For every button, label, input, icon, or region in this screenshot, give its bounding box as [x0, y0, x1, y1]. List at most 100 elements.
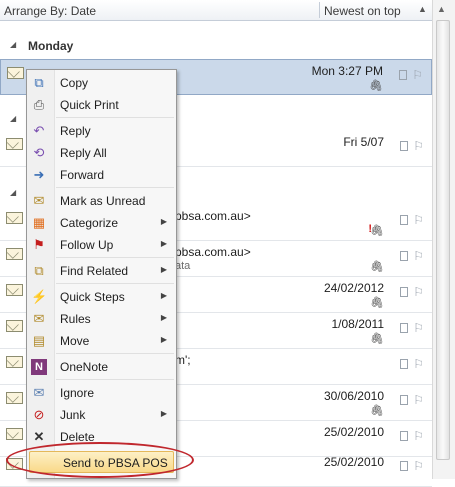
category-box-icon[interactable]: [400, 395, 408, 405]
menu-item-onenote[interactable]: N OneNote: [27, 356, 176, 378]
ignore-icon: ✉: [33, 385, 45, 400]
flag-icon[interactable]: ⚐: [413, 357, 424, 371]
submenu-arrow-icon: ▶: [160, 335, 167, 344]
arrange-by-button[interactable]: Arrange By: Date: [4, 4, 96, 18]
scroll-up-icon[interactable]: ▲: [437, 4, 446, 14]
menu-separator: [56, 283, 174, 284]
collapse-triangle-icon[interactable]: ◢: [10, 40, 16, 49]
submenu-arrow-icon: ▶: [160, 313, 167, 322]
flag-icon[interactable]: ⚐: [413, 459, 424, 473]
menu-item-move[interactable]: ▤ Move ▶: [27, 330, 176, 352]
flag-icon[interactable]: ⚐: [413, 321, 424, 335]
menu-item-quick-print[interactable]: ⎙ Quick Print: [27, 94, 176, 116]
menu-item-quick-steps[interactable]: ⚡ Quick Steps ▶: [27, 286, 176, 308]
menu-item-label: Mark as Unread: [60, 194, 146, 208]
category-box-icon[interactable]: [400, 431, 408, 441]
menu-item-label: Rules: [60, 312, 91, 326]
menu-item-send-to-pbsa-pos[interactable]: Send to PBSA POS: [29, 451, 174, 473]
menu-separator: [56, 257, 174, 258]
menu-item-reply[interactable]: ↶ Reply: [27, 120, 176, 142]
flag-icon[interactable]: ⚐: [412, 68, 423, 82]
header-divider: [319, 2, 320, 18]
envelope-icon: [6, 212, 23, 224]
menu-separator: [56, 187, 174, 188]
menu-separator: [56, 379, 174, 380]
message-subject: ata: [175, 260, 191, 272]
submenu-arrow-icon: ▶: [160, 217, 167, 226]
vertical-scrollbar[interactable]: ▲: [432, 0, 455, 479]
envelope-icon: [6, 248, 23, 260]
category-box-icon[interactable]: [400, 461, 408, 471]
message-from: m';: [175, 353, 191, 367]
scrollbar-thumb[interactable]: [436, 20, 450, 460]
envelope-icon: [6, 428, 23, 440]
submenu-arrow-icon: ▶: [160, 265, 167, 274]
menu-item-mark-as-unread[interactable]: ✉ Mark as Unread: [27, 190, 176, 212]
category-box-icon[interactable]: [399, 70, 407, 80]
envelope-icon: [6, 356, 23, 368]
lightning-icon: ⚡: [31, 289, 48, 304]
menu-item-forward[interactable]: ➜ Forward: [27, 164, 176, 186]
onenote-icon: N: [31, 359, 47, 375]
menu-item-delete[interactable]: ✕ Delete: [27, 426, 176, 448]
reply-all-icon: ⟲: [33, 145, 45, 160]
flag-icon[interactable]: ⚐: [413, 213, 424, 227]
flag-icon[interactable]: ⚐: [413, 249, 424, 263]
flag-icon[interactable]: ⚐: [413, 285, 424, 299]
menu-item-label: Copy: [60, 76, 89, 90]
message-date: Fri 5/07: [343, 135, 384, 149]
reply-icon: ↶: [33, 123, 45, 138]
message-date: Mon 3:27 PM: [311, 64, 383, 78]
menu-item-categorize[interactable]: ▦ Categorize ▶: [27, 212, 176, 234]
paperclip-icon: 🖇: [370, 333, 384, 345]
category-box-icon[interactable]: [400, 215, 408, 225]
menu-item-label: Delete: [60, 430, 95, 444]
context-menu: ⧉ Copy ⎙ Quick Print ↶ Reply ⟲ Reply All…: [26, 69, 177, 479]
menu-item-reply-all[interactable]: ⟲ Reply All: [27, 142, 176, 164]
envelope-icon: [7, 67, 24, 79]
categorize-icon: ▦: [32, 215, 46, 230]
menu-item-label: OneNote: [60, 360, 109, 374]
junk-icon: ⊘: [33, 407, 45, 422]
paperclip-icon: 🖇: [370, 261, 384, 273]
category-box-icon[interactable]: [400, 251, 408, 261]
collapse-triangle-icon[interactable]: ◢: [10, 114, 16, 123]
flag-icon[interactable]: ⚐: [413, 393, 424, 407]
category-box-icon[interactable]: [400, 287, 408, 297]
paperclip-icon: 🖇: [370, 225, 384, 237]
message-date: 24/02/2012: [323, 281, 384, 295]
category-box-icon[interactable]: [400, 323, 408, 333]
menu-item-label: Follow Up: [60, 238, 114, 252]
menu-item-label: Reply All: [60, 146, 107, 160]
forward-icon: ➜: [33, 167, 45, 182]
envelope-icon: [6, 392, 23, 404]
envelope-icon: ✉: [33, 193, 45, 208]
envelope-icon: [6, 320, 23, 332]
message-from: pbsa.com.au>: [175, 209, 251, 223]
collapse-triangle-icon[interactable]: ◢: [10, 188, 16, 197]
menu-item-junk[interactable]: ⊘ Junk ▶: [27, 404, 176, 426]
sort-order-button[interactable]: Newest on top: [324, 4, 401, 18]
sort-dropdown-icon[interactable]: ▲: [418, 4, 427, 14]
menu-item-copy[interactable]: ⧉ Copy: [27, 72, 176, 94]
menu-item-rules[interactable]: ✉ Rules ▶: [27, 308, 176, 330]
message-from: pbsa.com.au>: [175, 245, 251, 259]
menu-item-find-related[interactable]: ⧉ Find Related ▶: [27, 260, 176, 282]
menu-item-ignore[interactable]: ✉ Ignore: [27, 382, 176, 404]
category-box-icon[interactable]: [400, 359, 408, 369]
group-header[interactable]: ◢ Monday: [0, 35, 432, 57]
menu-item-label: Move: [60, 334, 90, 348]
flag-icon[interactable]: ⚐: [413, 429, 424, 443]
menu-separator: [56, 117, 174, 118]
menu-item-label: Junk: [60, 408, 86, 422]
menu-item-follow-up[interactable]: ⚑ Follow Up ▶: [27, 234, 176, 256]
paperclip-icon: 🖇: [369, 80, 383, 92]
envelope-icon: [6, 458, 23, 470]
submenu-arrow-icon: ▶: [160, 239, 167, 248]
message-date: 30/06/2010: [323, 389, 384, 403]
menu-item-label: Quick Print: [60, 98, 119, 112]
list-header: Arrange By: Date Newest on top ▲: [0, 0, 432, 21]
category-box-icon[interactable]: [400, 141, 408, 151]
message-date: 25/02/2010: [323, 455, 384, 469]
flag-icon[interactable]: ⚐: [413, 139, 424, 153]
